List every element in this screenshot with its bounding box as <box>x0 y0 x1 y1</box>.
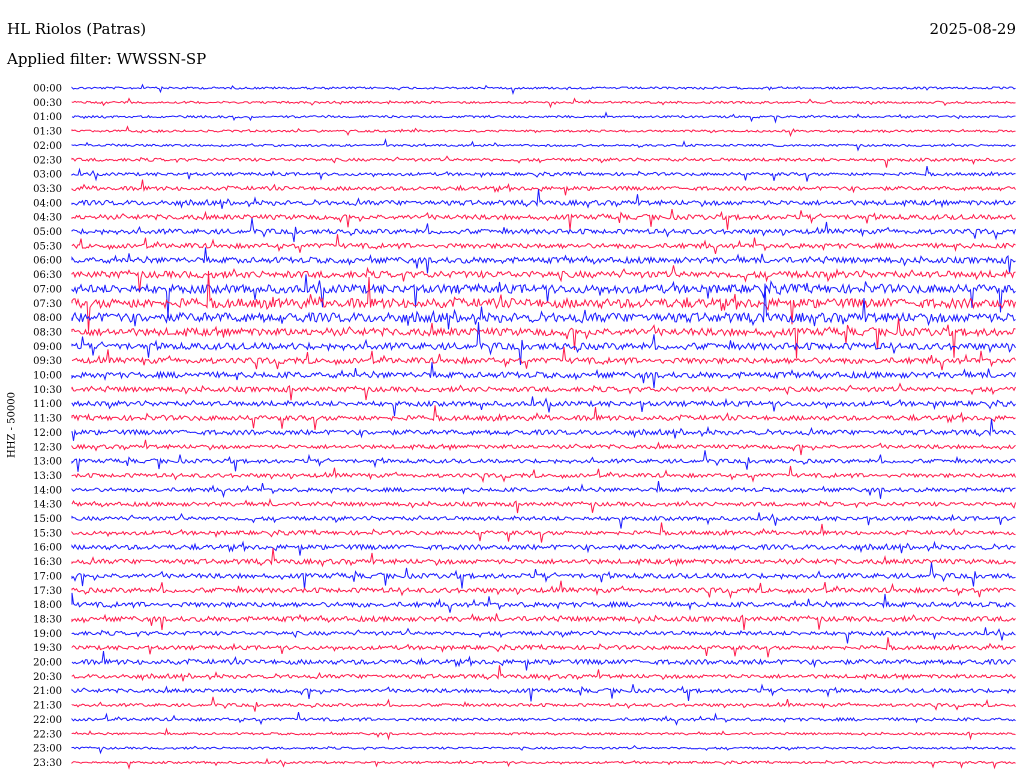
tick-label: 14:00 <box>33 485 62 496</box>
tick-label: 11:00 <box>33 399 62 410</box>
tick-label: 10:00 <box>33 371 62 382</box>
trace-line <box>71 744 1016 755</box>
tick-label: 10:30 <box>33 385 62 396</box>
trace-line <box>71 318 1016 359</box>
tick-label: 15:30 <box>33 528 62 539</box>
trace-line <box>71 498 1016 514</box>
tick-label: 07:30 <box>33 299 62 310</box>
tick-label: 06:00 <box>33 256 62 267</box>
tick-label: 16:30 <box>33 557 62 568</box>
trace-line <box>71 270 1016 332</box>
tick-label: 06:30 <box>33 270 62 281</box>
tick-label: 01:00 <box>33 112 62 123</box>
trace-line <box>71 346 1016 371</box>
tick-label: 03:00 <box>33 170 62 181</box>
tick-label: 09:00 <box>33 342 62 353</box>
trace-line <box>71 562 1016 590</box>
trace-line <box>71 209 1016 231</box>
tick-label: 04:30 <box>33 213 62 224</box>
tick-label: 14:30 <box>33 500 62 511</box>
trace-line <box>71 274 1016 318</box>
tick-label: 02:30 <box>33 155 62 166</box>
trace-line <box>71 580 1016 600</box>
tick-label: 21:30 <box>33 701 62 712</box>
trace-line <box>71 547 1016 568</box>
tick-label: 03:30 <box>33 184 62 195</box>
tick-label: 18:30 <box>33 614 62 625</box>
trace-line <box>71 637 1016 658</box>
tick-label: 05:30 <box>33 241 62 252</box>
trace-line <box>71 651 1016 671</box>
tick-label: 11:30 <box>33 414 62 425</box>
tick-label: 09:30 <box>33 356 62 367</box>
tick-label: 20:30 <box>33 672 62 683</box>
tick-label: 08:30 <box>33 327 62 338</box>
tick-label: 17:30 <box>33 586 62 597</box>
trace-line <box>71 665 1016 682</box>
tick-label: 13:00 <box>33 457 62 468</box>
trace-line <box>71 111 1016 124</box>
tick-label: 18:00 <box>33 600 62 611</box>
helicorder-plot: 00:00 00:30 01:00 01:30 02:00 02:30 03:00 03:30… <box>33 83 1016 770</box>
tick-label: 23:00 <box>33 744 62 755</box>
trace-line <box>71 512 1016 529</box>
tick-label: 16:00 <box>33 543 62 554</box>
tick-label: 22:00 <box>33 715 62 726</box>
trace-line <box>71 418 1016 441</box>
trace-line <box>71 234 1016 255</box>
tick-label: 12:00 <box>33 428 62 439</box>
trace-line <box>71 189 1016 209</box>
trace-line <box>71 711 1016 726</box>
tick-label: 19:30 <box>33 643 62 654</box>
tick-label: 02:00 <box>33 141 62 152</box>
trace-line <box>71 450 1016 472</box>
trace-line <box>71 396 1016 417</box>
trace-line <box>71 247 1016 274</box>
trace-line <box>71 592 1016 613</box>
trace-line <box>71 465 1016 484</box>
tick-label: 22:30 <box>33 729 62 740</box>
trace-line <box>71 382 1016 401</box>
trace-line <box>71 155 1016 168</box>
trace-line <box>71 362 1016 389</box>
trace-line <box>71 540 1016 556</box>
trace-line <box>71 179 1016 196</box>
trace-line <box>71 83 1016 95</box>
tick-label: 20:00 <box>33 658 62 669</box>
tick-label: 23:30 <box>33 758 62 769</box>
tick-label: 15:00 <box>33 514 62 525</box>
tick-label: 08:00 <box>33 313 62 324</box>
trace-line <box>71 627 1016 644</box>
tick-label: 04:00 <box>33 198 62 209</box>
tick-label: 17:00 <box>33 571 62 582</box>
trace-line <box>71 97 1016 109</box>
trace-line <box>71 439 1016 456</box>
tick-label: 00:30 <box>33 98 62 109</box>
tick-label: 07:00 <box>33 284 62 295</box>
trace-line <box>71 218 1016 243</box>
trace-line <box>71 727 1016 741</box>
trace-line <box>71 757 1016 770</box>
trace-line <box>71 613 1016 631</box>
tick-label: 19:00 <box>33 629 62 640</box>
tick-label: 21:00 <box>33 686 62 697</box>
trace-line <box>71 696 1016 712</box>
tick-label: 01:30 <box>33 127 62 138</box>
trace-line <box>71 405 1016 430</box>
trace-line <box>71 165 1016 182</box>
tick-label: 12:30 <box>33 442 62 453</box>
tick-label: 00:00 <box>33 84 62 95</box>
trace-line <box>71 481 1016 499</box>
trace-line <box>71 137 1016 152</box>
trace-line <box>71 522 1016 543</box>
tick-label: 13:30 <box>33 471 62 482</box>
trace-line <box>71 125 1016 138</box>
tick-label: 05:00 <box>33 227 62 238</box>
